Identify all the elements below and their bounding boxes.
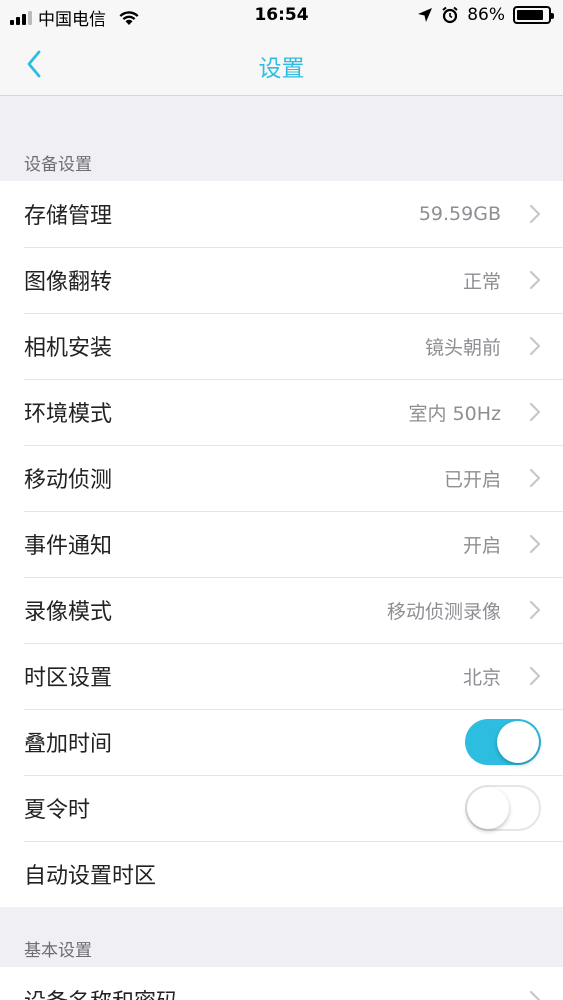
status-right: 86% bbox=[417, 5, 554, 25]
status-bar: 中国电信 16:54 86% bbox=[0, 0, 563, 32]
settings-row-auto-timezone[interactable]: 自动设置时区 bbox=[0, 841, 563, 907]
settings-row-device-name-password[interactable]: 设备名称和密码 bbox=[0, 967, 563, 1000]
row-label: 叠加时间 bbox=[24, 732, 113, 757]
settings-row-recording-mode[interactable]: 录像模式 移动侦测录像 bbox=[0, 577, 563, 643]
dst-toggle[interactable] bbox=[465, 785, 541, 831]
section-header-device: 设备设置 bbox=[0, 141, 563, 181]
settings-row-event-notification[interactable]: 事件通知 开启 bbox=[0, 511, 563, 577]
page-title: 设置 bbox=[258, 56, 305, 82]
row-value: 开启 bbox=[462, 534, 501, 557]
row-label: 存储管理 bbox=[24, 204, 113, 229]
settings-row-timezone[interactable]: 时区设置 北京 bbox=[0, 643, 563, 709]
row-label: 录像模式 bbox=[24, 600, 113, 625]
row-label: 事件通知 bbox=[24, 534, 113, 559]
section-header-label: 基本设置 bbox=[24, 941, 92, 961]
chevron-right-icon bbox=[529, 990, 541, 1000]
settings-row-image-flip[interactable]: 图像翻转 正常 bbox=[0, 247, 563, 313]
alarm-clock-icon bbox=[442, 6, 458, 24]
chevron-right-icon bbox=[529, 534, 541, 554]
row-value: 已开启 bbox=[443, 468, 501, 491]
row-value: 正常 bbox=[462, 270, 501, 293]
settings-row-storage[interactable]: 存储管理 59.59GB bbox=[0, 181, 563, 247]
section-header-label: 设备设置 bbox=[24, 155, 92, 175]
row-value: 59.59GB bbox=[418, 203, 501, 225]
row-label: 相机安装 bbox=[24, 336, 113, 361]
basic-settings-group: 设备名称和密码 bbox=[0, 967, 563, 1000]
overlay-time-toggle[interactable] bbox=[465, 719, 541, 765]
chevron-right-icon bbox=[529, 204, 541, 224]
settings-row-environment-mode[interactable]: 环境模式 室内 50Hz bbox=[0, 379, 563, 445]
battery-fill bbox=[517, 10, 543, 20]
chevron-right-icon bbox=[529, 468, 541, 488]
settings-row-overlay-time: 叠加时间 bbox=[0, 709, 563, 775]
row-label: 夏令时 bbox=[24, 798, 91, 823]
row-value: 室内 50Hz bbox=[408, 402, 501, 425]
row-value: 北京 bbox=[462, 666, 501, 689]
row-label: 环境模式 bbox=[24, 402, 113, 427]
settings-row-dst: 夏令时 bbox=[0, 775, 563, 841]
section-header-basic: 基本设置 bbox=[0, 927, 563, 967]
row-label: 移动侦测 bbox=[24, 468, 113, 493]
device-settings-group: 存储管理 59.59GB 图像翻转 正常 相机安装 镜头朝前 环境模式 室内 5… bbox=[0, 181, 563, 907]
chevron-right-icon bbox=[529, 666, 541, 686]
row-value: 镜头朝前 bbox=[424, 336, 501, 359]
row-label: 时区设置 bbox=[24, 666, 113, 691]
battery-icon bbox=[513, 6, 554, 24]
chevron-right-icon bbox=[529, 336, 541, 356]
toggle-knob bbox=[497, 721, 539, 763]
battery-percent: 86% bbox=[467, 5, 505, 25]
toggle-knob bbox=[467, 787, 509, 829]
chevron-right-icon bbox=[529, 270, 541, 290]
chevron-right-icon bbox=[529, 402, 541, 422]
row-label: 设备名称和密码 bbox=[24, 984, 529, 1000]
chevron-right-icon bbox=[529, 600, 541, 620]
location-arrow-icon bbox=[418, 8, 433, 22]
row-label: 自动设置时区 bbox=[24, 864, 157, 889]
row-label: 图像翻转 bbox=[24, 270, 113, 295]
navigation-bar: 设置 bbox=[0, 32, 563, 96]
settings-row-motion-detection[interactable]: 移动侦测 已开启 bbox=[0, 445, 563, 511]
settings-row-camera-mount[interactable]: 相机安装 镜头朝前 bbox=[0, 313, 563, 379]
row-value: 移动侦测录像 bbox=[386, 600, 501, 623]
